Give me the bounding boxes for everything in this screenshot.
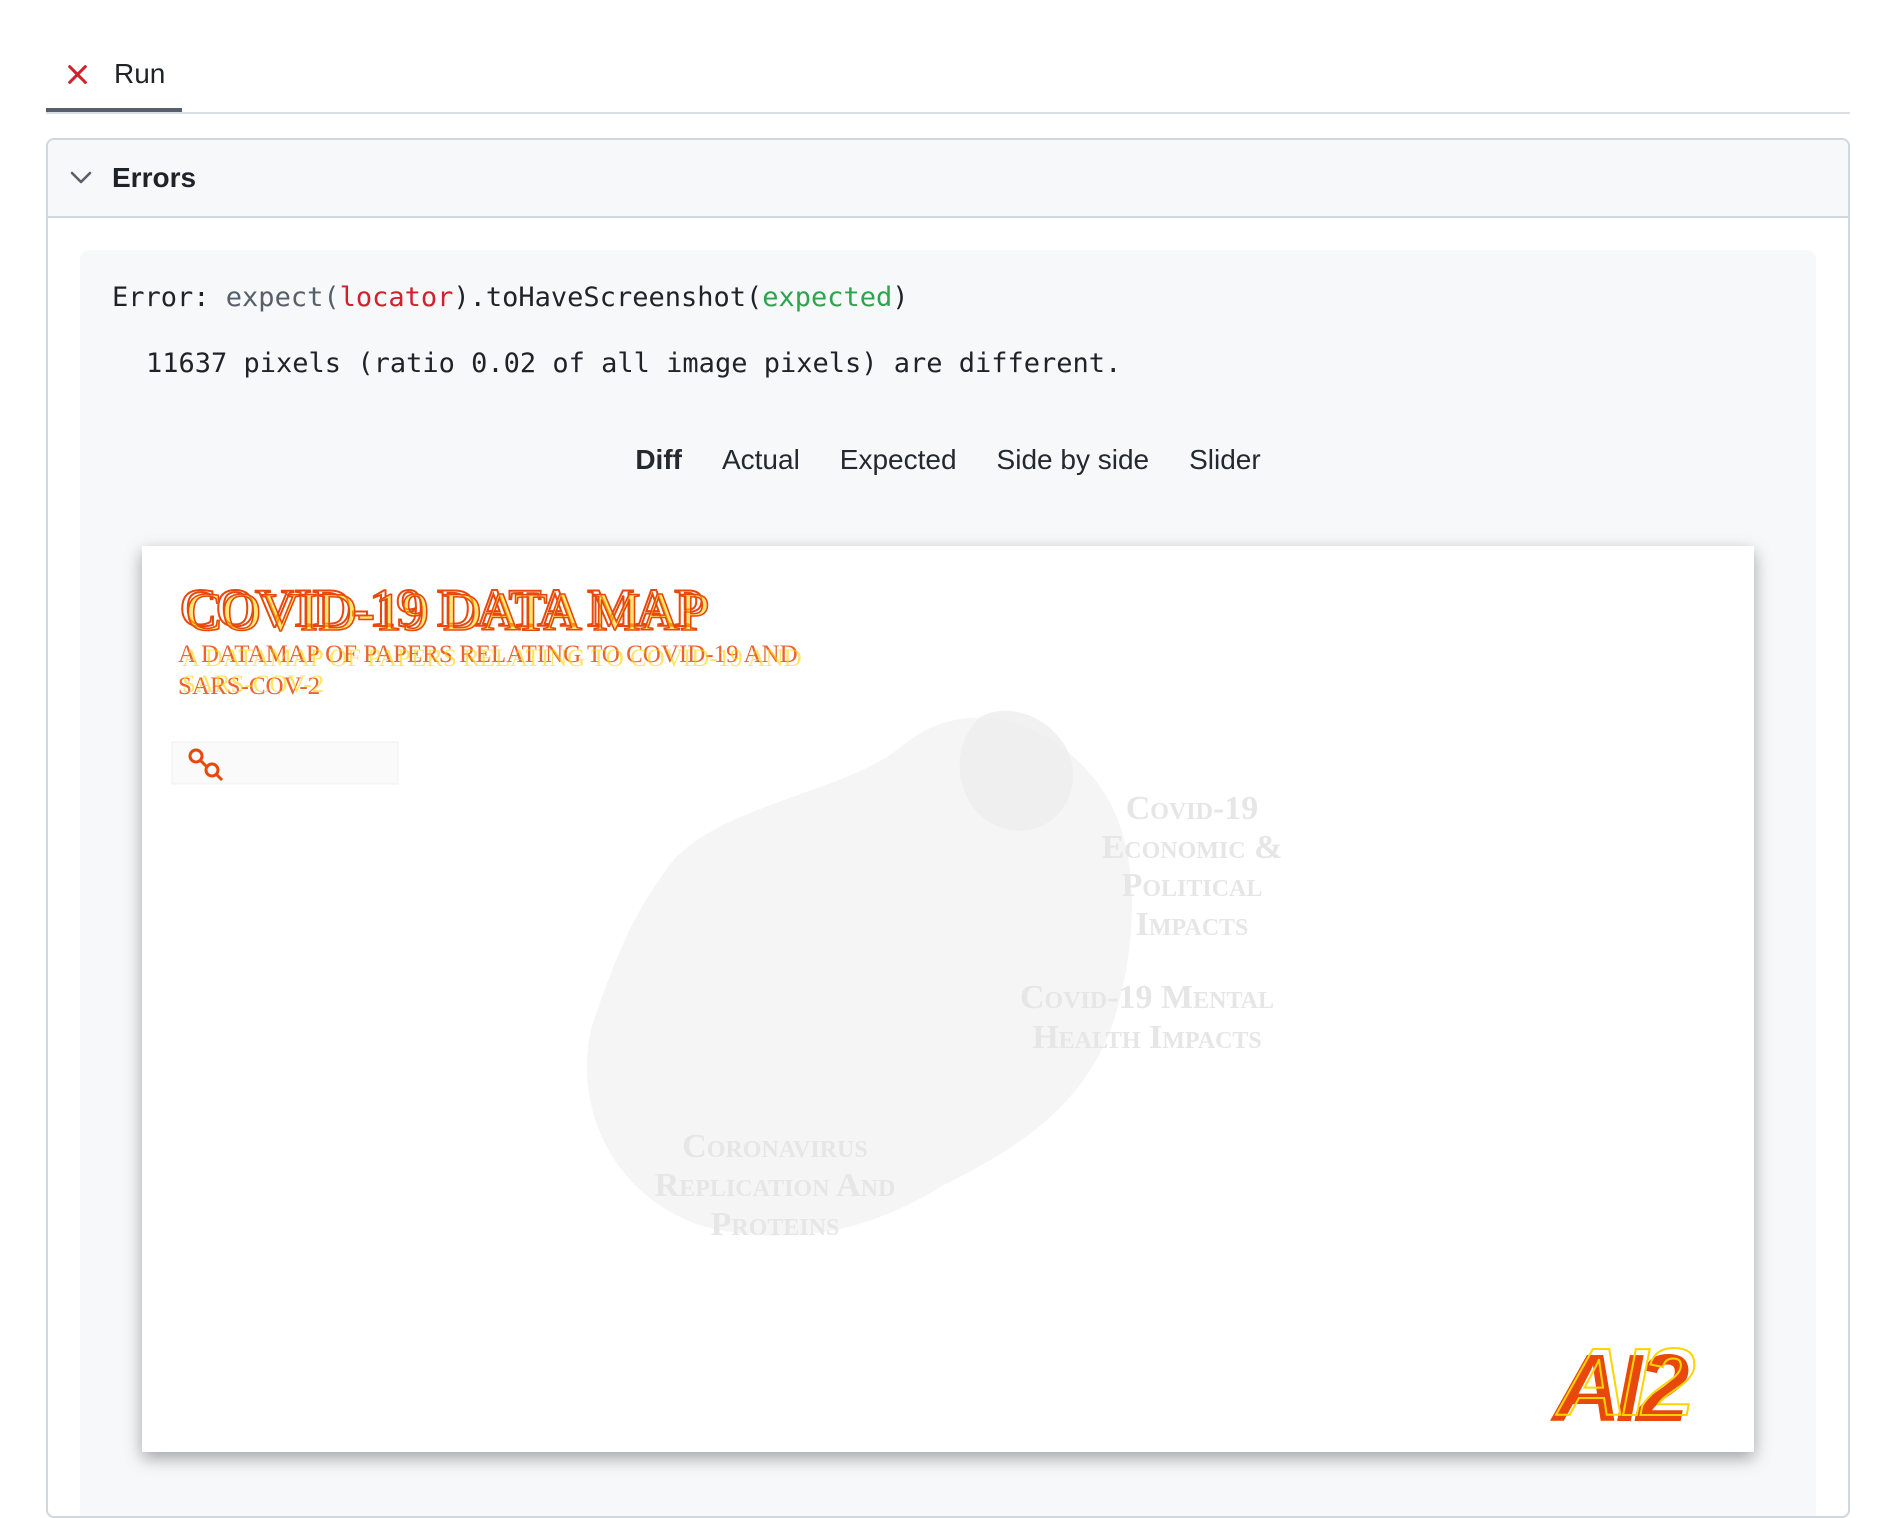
cluster-1-line-2: Economic & xyxy=(1102,829,1283,866)
view-tab-side-by-side[interactable]: Side by side xyxy=(997,440,1150,486)
map-search-field xyxy=(171,741,399,785)
error-close: ) xyxy=(892,282,909,313)
errors-header[interactable]: Errors xyxy=(48,140,1848,218)
chevron-down-icon xyxy=(68,165,94,191)
errors-title: Errors xyxy=(112,162,197,193)
map-title-actual: COVID-19 DATA MAP xyxy=(186,582,710,642)
tab-bar: Run xyxy=(46,40,1850,114)
error-call-line: Error: expect(locator).toHaveScreenshot(… xyxy=(112,282,909,313)
image-view-tabs: Diff Actual Expected Side by side Slider xyxy=(80,440,1816,486)
error-method: ).toHaveScreenshot( xyxy=(453,282,763,313)
cluster-3-line-2: Replication And xyxy=(655,1167,896,1204)
cluster-1-line-3: Political xyxy=(1122,867,1263,904)
cluster-1-line-4: Impacts xyxy=(1136,906,1249,943)
cluster-2-line-2: Health Impacts xyxy=(1032,1019,1262,1056)
error-expect: expect( xyxy=(225,282,340,313)
error-prefix: Error: xyxy=(112,282,226,313)
map-subtitle-line2-actual: SARS-COV-2 xyxy=(182,671,324,698)
error-message: 11637 pixels (ratio 0.02 of all image pi… xyxy=(146,348,1122,379)
diff-image-canvas: Covid-19 Economic & Political Impacts Co… xyxy=(171,577,1702,1442)
view-tab-slider[interactable]: Slider xyxy=(1189,440,1261,486)
error-box: Error: expect(locator).toHaveScreenshot(… xyxy=(80,250,1816,1516)
diff-image: Covid-19 Economic & Political Impacts Co… xyxy=(142,546,1754,1452)
map-subtitle-line1-actual: A DATAMAP OF PAPERS RELATING TO COVID-19… xyxy=(182,645,802,672)
ai2-logo-actual: AI2 xyxy=(1556,1329,1695,1436)
cluster-3-line-3: Proteins xyxy=(711,1206,840,1243)
error-expected: expected xyxy=(762,282,893,313)
cluster-1-line-1: Covid-19 xyxy=(1126,790,1259,827)
cluster-2-line-1: Covid-19 Mental xyxy=(1020,979,1274,1016)
ai2-logo: AI2 AI2 xyxy=(1550,1328,1702,1442)
cluster-3-line-1: Coronavirus xyxy=(682,1128,867,1165)
view-tab-diff[interactable]: Diff xyxy=(635,440,682,486)
view-tab-actual[interactable]: Actual xyxy=(722,440,800,486)
tab-run[interactable]: Run xyxy=(46,40,182,112)
error-locator: locator xyxy=(339,282,454,313)
x-fail-icon xyxy=(66,63,88,85)
tab-run-label: Run xyxy=(114,58,166,89)
errors-panel: Errors Error: expect(locator).toHaveScre… xyxy=(46,138,1850,1518)
view-tab-expected[interactable]: Expected xyxy=(840,440,957,486)
